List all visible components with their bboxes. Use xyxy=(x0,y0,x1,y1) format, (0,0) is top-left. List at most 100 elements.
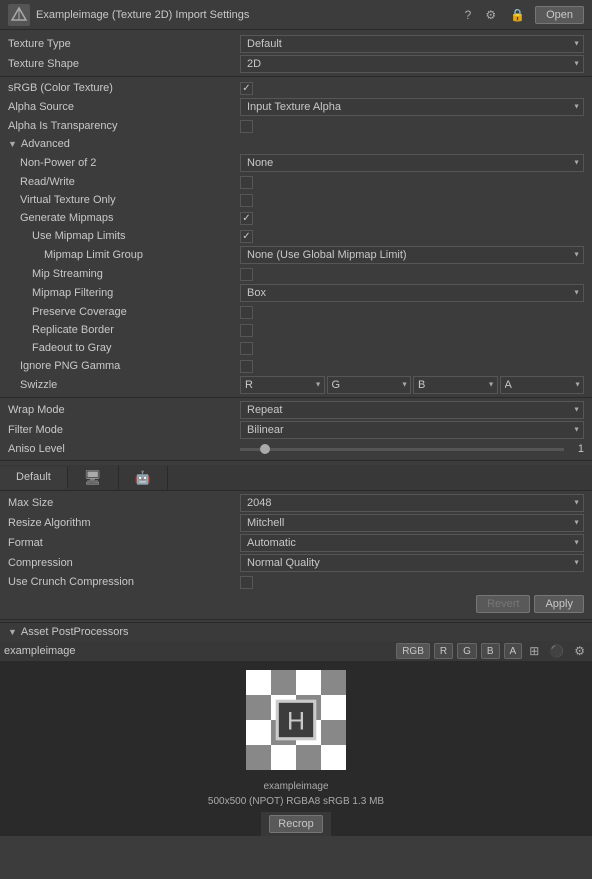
asset-postprocessors-label: Asset PostProcessors xyxy=(21,626,129,638)
swizzle-dropdowns: R G B A xyxy=(240,376,584,394)
max-size-dropdown[interactable]: 2048 xyxy=(240,494,584,512)
preview-extra-icon2[interactable]: ⚫ xyxy=(546,644,567,658)
mipmap-filtering-dropdown[interactable]: Box xyxy=(240,284,584,302)
mipmap-limit-group-value: None (Use Global Mipmap Limit) xyxy=(240,246,584,264)
filter-mode-dropdown[interactable]: Bilinear xyxy=(240,421,584,439)
compression-dropdown[interactable]: Normal Quality xyxy=(240,554,584,572)
preserve-coverage-checkbox[interactable] xyxy=(240,306,253,319)
resize-algorithm-dropdown[interactable]: Mitchell xyxy=(240,514,584,532)
non-power2-value: None xyxy=(240,154,584,172)
aniso-level-label: Aniso Level xyxy=(8,443,240,455)
preview-image-name: exampleimage xyxy=(263,781,328,792)
preview-b-btn[interactable]: B xyxy=(481,643,500,659)
tab-default[interactable]: Default xyxy=(0,467,68,489)
texture-type-dropdown[interactable]: Default xyxy=(240,35,584,53)
filter-mode-label: Filter Mode xyxy=(8,424,240,436)
tab-android[interactable]: 🤖 xyxy=(119,466,168,490)
resize-algorithm-value: Mitchell xyxy=(240,514,584,532)
window-title: Exampleimage (Texture 2D) Import Setting… xyxy=(36,9,249,21)
alpha-transparency-value xyxy=(240,120,584,133)
crunch-compression-checkbox[interactable] xyxy=(240,576,253,589)
preview-a-btn[interactable]: A xyxy=(504,643,523,659)
mipmap-filtering-dropdown-wrapper: Box xyxy=(240,284,584,302)
tab-monitor[interactable]: 🖥 xyxy=(68,465,119,490)
advanced-section-header[interactable]: ▼ Advanced xyxy=(0,135,592,153)
mip-streaming-checkbox[interactable] xyxy=(240,268,253,281)
gen-mipmaps-row: Generate Mipmaps ✓ xyxy=(0,209,592,227)
virtual-texture-value xyxy=(240,194,584,207)
preview-name: exampleimage xyxy=(4,645,392,657)
replicate-border-checkbox[interactable] xyxy=(240,324,253,337)
readwrite-label: Read/Write xyxy=(8,176,240,188)
mipmap-limit-group-dropdown[interactable]: None (Use Global Mipmap Limit) xyxy=(240,246,584,264)
readwrite-value xyxy=(240,176,584,189)
preview-section: exampleimage RGB R G B A ⊞ ⚫ ⚙ xyxy=(0,641,592,836)
mipmap-limits-checkbox[interactable]: ✓ xyxy=(240,230,253,243)
wrap-mode-dropdown-wrapper: Repeat xyxy=(240,401,584,419)
compression-dropdown-wrapper: Normal Quality xyxy=(240,554,584,572)
open-button[interactable]: Open xyxy=(535,6,584,24)
non-power2-label: Non-Power of 2 xyxy=(8,157,240,169)
non-power2-dropdown[interactable]: None xyxy=(240,154,584,172)
max-size-dropdown-wrapper: 2048 xyxy=(240,494,584,512)
fadeout-gray-row: Fadeout to Gray xyxy=(0,339,592,357)
replicate-border-label: Replicate Border xyxy=(8,324,240,336)
swizzle-b-dropdown[interactable]: B xyxy=(413,376,498,394)
ignore-png-gamma-checkbox[interactable] xyxy=(240,360,253,373)
alpha-source-label: Alpha Source xyxy=(8,101,240,113)
wrap-mode-dropdown[interactable]: Repeat xyxy=(240,401,584,419)
swizzle-a-dropdown[interactable]: A xyxy=(500,376,585,394)
ignore-png-gamma-value xyxy=(240,360,584,373)
virtual-texture-label: Virtual Texture Only xyxy=(8,194,240,206)
fadeout-gray-value xyxy=(240,342,584,355)
swizzle-label: Swizzle xyxy=(8,379,240,391)
preview-g-btn[interactable]: G xyxy=(457,643,477,659)
wrap-mode-label: Wrap Mode xyxy=(8,404,240,416)
readwrite-checkbox[interactable] xyxy=(240,176,253,189)
recrop-button[interactable]: Recrop xyxy=(269,815,322,833)
virtual-texture-checkbox[interactable] xyxy=(240,194,253,207)
asset-postprocessors-header[interactable]: ▼ Asset PostProcessors xyxy=(0,623,592,641)
swizzle-r-dropdown[interactable]: R xyxy=(240,376,325,394)
max-size-row: Max Size 2048 xyxy=(0,493,592,513)
title-bar-left: Exampleimage (Texture 2D) Import Setting… xyxy=(8,4,249,26)
preview-extra-icon3[interactable]: ⚙ xyxy=(571,644,588,658)
apply-button[interactable]: Apply xyxy=(534,595,584,613)
format-dropdown[interactable]: Automatic xyxy=(240,534,584,552)
preview-extra-icon1[interactable]: ⊞ xyxy=(526,644,542,658)
preview-rgb-btn[interactable]: RGB xyxy=(396,643,430,659)
settings-icon[interactable]: ⚙ xyxy=(481,6,500,24)
platform-tabs: Default 🖥 🤖 xyxy=(0,465,592,491)
alpha-source-dropdown[interactable]: Input Texture Alpha xyxy=(240,98,584,116)
srgb-checkbox[interactable]: ✓ xyxy=(240,82,253,95)
aniso-slider[interactable] xyxy=(240,448,564,451)
max-size-label: Max Size xyxy=(8,497,240,509)
lock-icon[interactable]: 🔒 xyxy=(506,6,529,24)
compression-label: Compression xyxy=(8,557,240,569)
advanced-arrow: ▼ xyxy=(8,139,17,149)
format-label: Format xyxy=(8,537,240,549)
preview-checker-svg: H xyxy=(246,670,346,770)
resize-algorithm-label: Resize Algorithm xyxy=(8,517,240,529)
mipmap-limit-group-dropdown-wrapper: None (Use Global Mipmap Limit) xyxy=(240,246,584,264)
gen-mipmaps-value: ✓ xyxy=(240,212,584,225)
fadeout-gray-checkbox[interactable] xyxy=(240,342,253,355)
revert-button[interactable]: Revert xyxy=(476,595,530,613)
readwrite-row: Read/Write xyxy=(0,173,592,191)
compression-row: Compression Normal Quality xyxy=(0,553,592,573)
swizzle-b-wrapper: B xyxy=(413,376,498,394)
preview-r-btn[interactable]: R xyxy=(434,643,453,659)
swizzle-g-dropdown[interactable]: G xyxy=(327,376,412,394)
gen-mipmaps-label: Generate Mipmaps xyxy=(8,212,240,224)
resize-algorithm-dropdown-wrapper: Mitchell xyxy=(240,514,584,532)
texture-type-value: Default xyxy=(240,35,584,53)
texture-shape-dropdown[interactable]: 2D xyxy=(240,55,584,73)
replicate-border-row: Replicate Border xyxy=(0,321,592,339)
gen-mipmaps-checkbox[interactable]: ✓ xyxy=(240,212,253,225)
format-value: Automatic xyxy=(240,534,584,552)
help-icon[interactable]: ? xyxy=(461,6,476,24)
divider-4 xyxy=(0,619,592,620)
mipmap-limits-value: ✓ xyxy=(240,230,584,243)
wrap-mode-value: Repeat xyxy=(240,401,584,419)
alpha-transparency-checkbox[interactable] xyxy=(240,120,253,133)
